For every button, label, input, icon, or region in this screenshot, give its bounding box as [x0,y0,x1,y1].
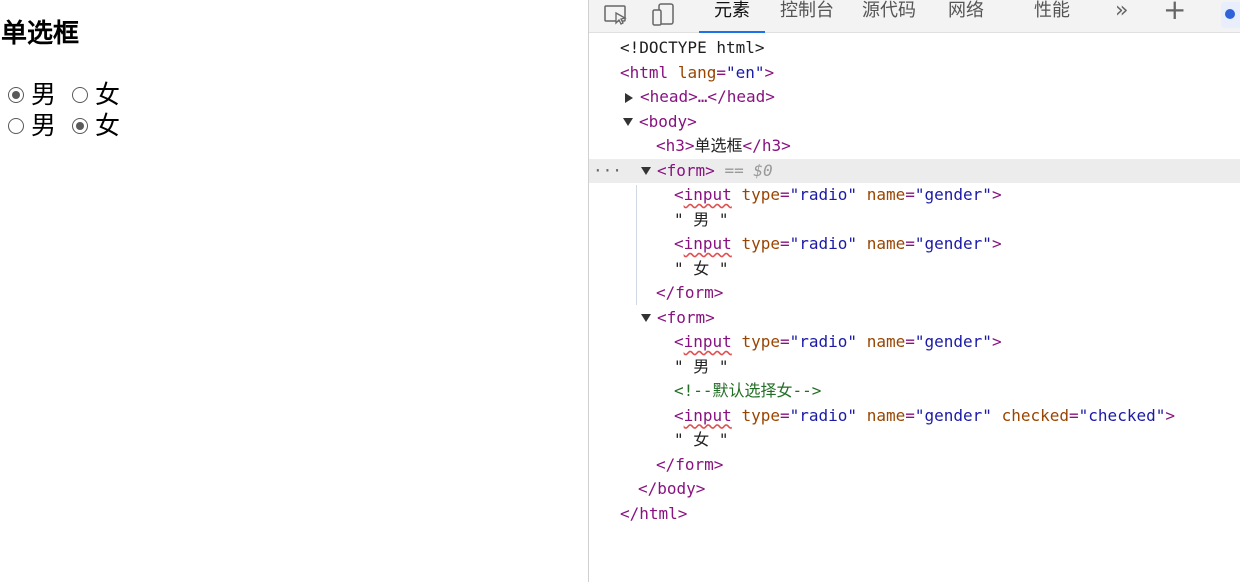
tab-console[interactable]: 控制台 [779,0,835,33]
feedback-icon[interactable] [1221,2,1240,28]
rendered-page: 单选框 男 女 男 女 [0,0,588,582]
dom-text-female-2[interactable]: " 女 " [589,428,1240,453]
dom-node-h3[interactable]: <h3>单选框</h3> [589,134,1240,159]
dom-node-input-female-2[interactable]: <input type="radio" name="gender" checke… [589,404,1240,429]
dom-text-male-2[interactable]: " 男 " [589,355,1240,380]
form-open-tag: <form> [657,160,715,180]
form-close-tag: </form> [656,454,724,474]
add-tab-icon[interactable]: + [1163,0,1186,24]
html-tag: <html [620,62,669,82]
input-tag-name: input [683,332,732,351]
lang-value: "en" [725,62,765,82]
input-tag-name: input [683,234,732,253]
html-close-tag: </html> [620,503,688,523]
dom-node-input-male-2[interactable]: <input type="radio" name="gender"> [589,330,1240,355]
input-tag-name: input [683,405,732,425]
text-node: " 男 " [674,356,729,376]
dom-node-form-1[interactable]: ··· <form> == $0 [589,158,1240,184]
body-close-tag: </body> [638,479,706,498]
h3-text: 单选框 [694,136,743,155]
radio-label-female-1: 女 [95,80,121,109]
dom-node-body-close[interactable]: </body> [589,477,1240,502]
dom-node-form-2[interactable]: <form> [589,306,1240,331]
more-tabs-icon[interactable]: » [1115,0,1128,22]
gender-form-1: 男 女 [8,80,136,110]
body-tag: <body> [639,111,697,131]
lang-attr: lang [677,62,717,82]
radio-female-1[interactable] [72,87,89,103]
collapse-triangle-icon[interactable] [623,118,633,126]
comment-node: <!--默认选择女--> [674,381,822,400]
head-tag: <head>…</head> [640,87,775,106]
dom-text-male-1[interactable]: " 男 " [589,208,1240,233]
radio-male-2[interactable] [8,118,24,134]
dom-node-head[interactable]: <head>…</head> [589,85,1240,110]
form-open-tag: <form> [657,307,715,327]
h3-open-tag: <h3> [656,136,695,155]
radio-label-male-2: 男 [31,111,57,140]
text-node: " 女 " [674,430,729,449]
dom-node-html-close[interactable]: </html> [589,502,1240,527]
dom-node-form-1-close[interactable]: </form> [589,281,1240,306]
dom-node-input-female-1[interactable]: <input type="radio" name="gender"> [589,232,1240,257]
dom-text-female-1[interactable]: " 女 " [589,257,1240,282]
text-node: " 男 " [674,209,729,229]
radio-male-1[interactable] [8,87,24,103]
radio-female-2[interactable] [72,118,89,134]
tab-elements[interactable]: 元素 [699,0,765,33]
dom-node-input-male-1[interactable]: <input type="radio" name="gender"> [589,183,1240,208]
gender-form-2: 男 女 [8,111,136,141]
h3-close-tag: </h3> [742,136,791,155]
form-close-tag: </form> [656,283,724,302]
devtools-panel: 元素 控制台 源代码 网络 性能 » + <!DOCTYPE html> <ht… [589,0,1240,582]
dom-node-form-2-close[interactable]: </form> [589,453,1240,478]
dom-node-html[interactable]: <html lang="en"> [589,61,1240,86]
tab-sources[interactable]: 源代码 [861,0,917,33]
node-menu-icon[interactable]: ··· [593,159,622,184]
device-toggle-icon[interactable] [651,2,677,28]
devtools-toolbar: 元素 控制台 源代码 网络 性能 » + [589,0,1240,33]
radio-label-female-2: 女 [95,111,121,140]
text-node: " 女 " [674,258,729,278]
selected-node-marker: == $0 [724,160,773,180]
radio-label-male-1: 男 [31,80,57,109]
tab-performance[interactable]: 性能 [1032,0,1072,33]
doctype-text: <!DOCTYPE html> [620,38,765,57]
inspect-element-icon[interactable] [603,2,629,28]
dom-node-body[interactable]: <body> [589,110,1240,135]
expand-triangle-icon[interactable] [625,92,633,103]
tab-network[interactable]: 网络 [946,0,986,33]
dom-node-comment[interactable]: <!--默认选择女--> [589,379,1240,404]
page-title: 单选框 [1,19,80,49]
html-tag-end: > [764,62,775,82]
collapse-triangle-icon[interactable] [641,167,651,175]
dom-node-doctype[interactable]: <!DOCTYPE html> [589,36,1240,61]
input-tag-name: input [683,185,732,204]
collapse-triangle-icon[interactable] [641,314,651,322]
